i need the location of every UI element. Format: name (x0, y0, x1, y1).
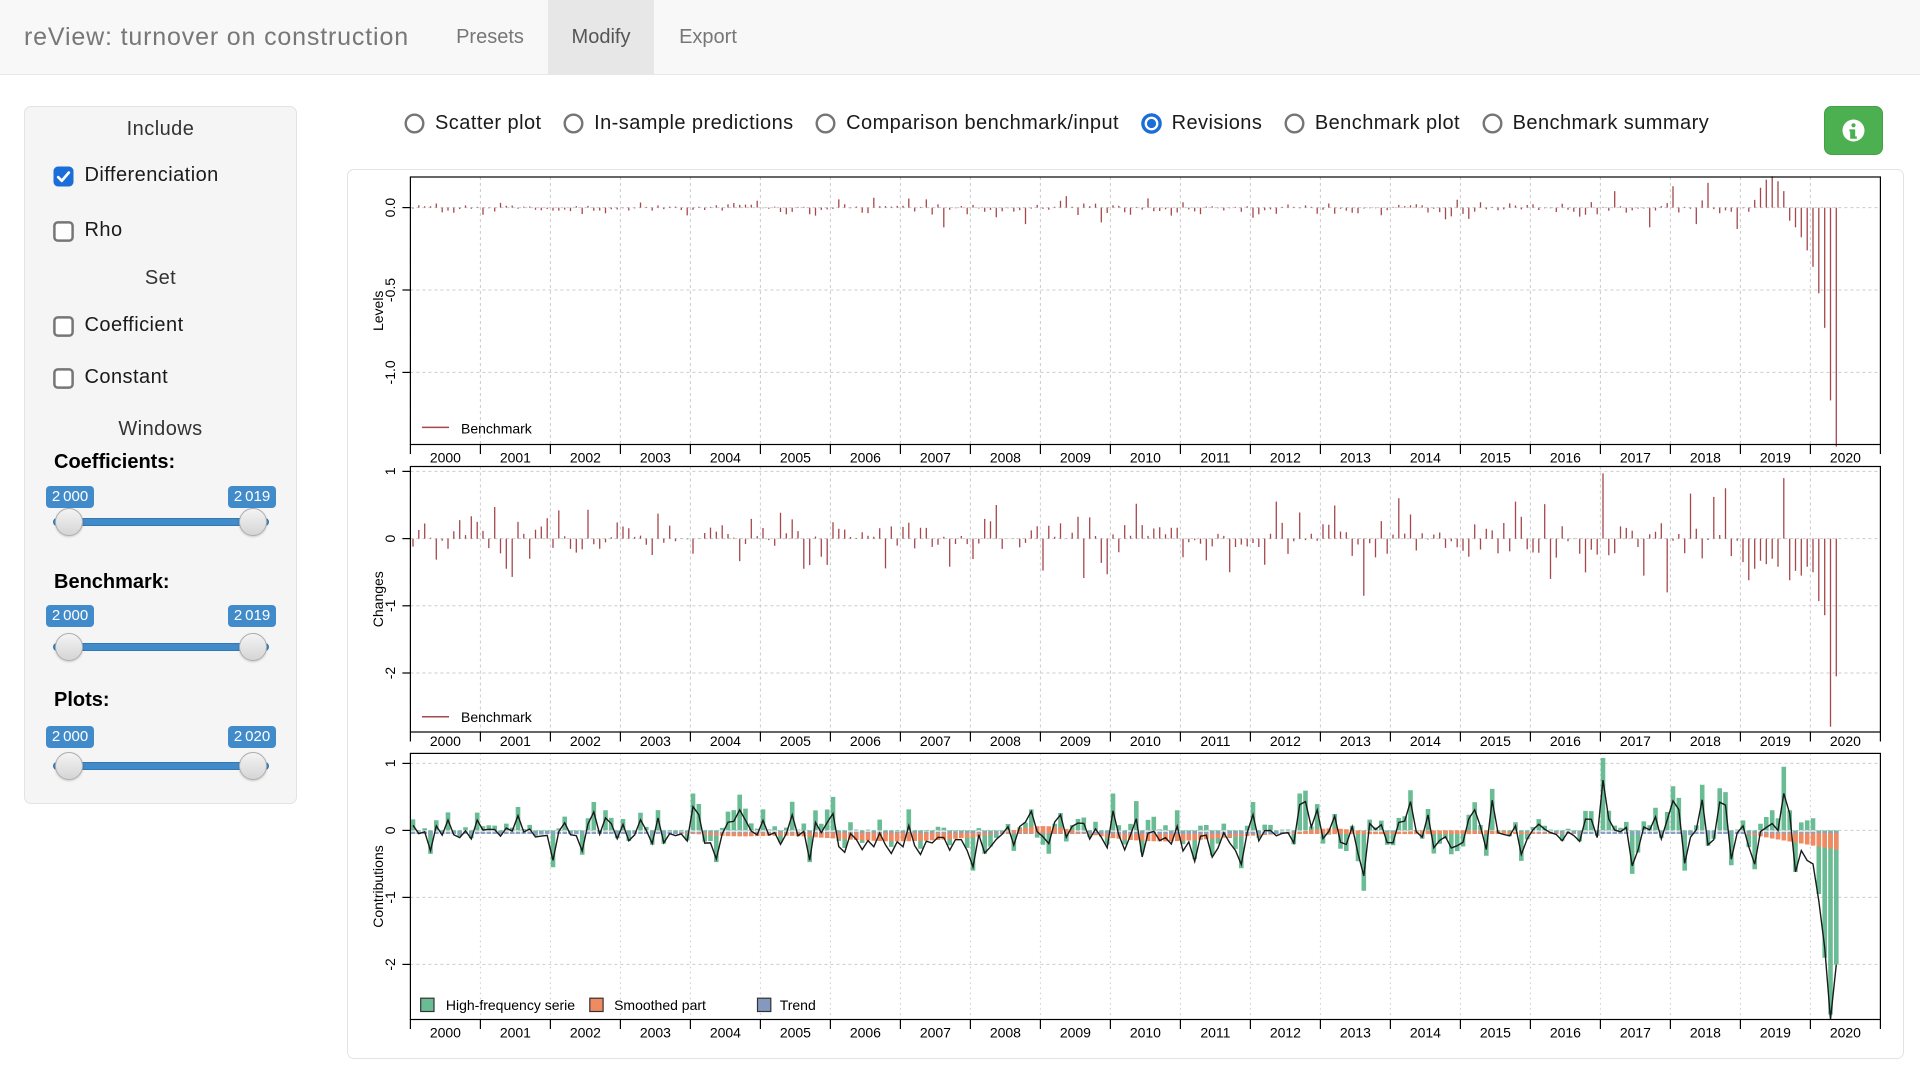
svg-text:2017: 2017 (1620, 1025, 1651, 1041)
svg-text:Contributions: Contributions (370, 845, 386, 928)
svg-text:High-frequency serie: High-frequency serie (446, 997, 575, 1013)
svg-text:2005: 2005 (780, 1025, 811, 1041)
svg-text:2020: 2020 (1830, 449, 1861, 465)
svg-text:Trend: Trend (780, 997, 816, 1013)
svg-text:2018: 2018 (1690, 733, 1721, 749)
svg-text:Levels: Levels (370, 291, 386, 331)
svg-text:2010: 2010 (1130, 449, 1161, 465)
svg-text:2013: 2013 (1340, 733, 1371, 749)
svg-text:2019: 2019 (1760, 1025, 1791, 1041)
svg-text:2005: 2005 (780, 449, 811, 465)
svg-text:2003: 2003 (640, 1025, 671, 1041)
svg-text:2018: 2018 (1690, 1025, 1721, 1041)
svg-text:2001: 2001 (500, 1025, 531, 1041)
svg-text:2004: 2004 (710, 733, 741, 749)
svg-text:2002: 2002 (570, 1025, 601, 1041)
svg-text:2009: 2009 (1060, 733, 1091, 749)
svg-text:2011: 2011 (1200, 1025, 1230, 1041)
svg-text:2013: 2013 (1340, 1025, 1371, 1041)
svg-text:Changes: Changes (370, 571, 386, 627)
svg-text:2016: 2016 (1550, 733, 1581, 749)
svg-text:2009: 2009 (1060, 449, 1091, 465)
svg-text:2019: 2019 (1760, 733, 1791, 749)
svg-text:2020: 2020 (1830, 733, 1861, 749)
svg-text:Smoothed part: Smoothed part (614, 997, 706, 1013)
svg-text:2008: 2008 (990, 1025, 1021, 1041)
svg-text:0.0: 0.0 (382, 198, 398, 218)
svg-text:Benchmark: Benchmark (461, 709, 533, 725)
svg-text:2004: 2004 (710, 1025, 741, 1041)
svg-text:-2: -2 (382, 667, 398, 680)
svg-text:-2: -2 (382, 958, 398, 971)
svg-text:2007: 2007 (920, 1025, 951, 1041)
svg-text:2015: 2015 (1480, 733, 1511, 749)
svg-text:-1.0: -1.0 (382, 360, 398, 384)
svg-text:2015: 2015 (1480, 449, 1511, 465)
svg-text:2015: 2015 (1480, 1025, 1511, 1041)
svg-text:2006: 2006 (850, 1025, 881, 1041)
svg-text:2016: 2016 (1550, 449, 1581, 465)
svg-text:0: 0 (382, 534, 398, 542)
svg-text:2011: 2011 (1200, 449, 1230, 465)
svg-text:2000: 2000 (430, 733, 461, 749)
svg-text:2007: 2007 (920, 449, 951, 465)
svg-text:2017: 2017 (1620, 449, 1651, 465)
svg-text:2007: 2007 (920, 733, 951, 749)
svg-text:0: 0 (382, 826, 398, 834)
svg-text:1: 1 (382, 759, 398, 767)
svg-text:2010: 2010 (1130, 1025, 1161, 1041)
svg-text:2012: 2012 (1270, 1025, 1301, 1041)
svg-text:2002: 2002 (570, 449, 601, 465)
svg-text:2014: 2014 (1410, 733, 1441, 749)
svg-text:2008: 2008 (990, 449, 1021, 465)
svg-text:2017: 2017 (1620, 733, 1651, 749)
svg-text:2006: 2006 (850, 733, 881, 749)
svg-text:2002: 2002 (570, 733, 601, 749)
svg-text:2009: 2009 (1060, 1025, 1091, 1041)
svg-text:2013: 2013 (1340, 449, 1371, 465)
svg-text:2020: 2020 (1830, 1025, 1861, 1041)
svg-text:2019: 2019 (1760, 449, 1791, 465)
svg-text:2001: 2001 (500, 733, 531, 749)
svg-text:2012: 2012 (1270, 733, 1301, 749)
svg-text:2012: 2012 (1270, 449, 1301, 465)
svg-text:2001: 2001 (500, 449, 531, 465)
svg-text:2003: 2003 (640, 733, 671, 749)
svg-text:2004: 2004 (710, 449, 741, 465)
svg-text:2018: 2018 (1690, 449, 1721, 465)
svg-text:Benchmark: Benchmark (461, 420, 533, 436)
svg-text:2010: 2010 (1130, 733, 1161, 749)
svg-text:2003: 2003 (640, 449, 671, 465)
svg-text:2016: 2016 (1550, 1025, 1581, 1041)
svg-text:2000: 2000 (430, 449, 461, 465)
svg-text:2014: 2014 (1410, 1025, 1441, 1041)
svg-text:2005: 2005 (780, 733, 811, 749)
svg-text:2006: 2006 (850, 449, 881, 465)
svg-text:2000: 2000 (430, 1025, 461, 1041)
svg-text:2008: 2008 (990, 733, 1021, 749)
svg-text:2011: 2011 (1200, 733, 1230, 749)
svg-text:2014: 2014 (1410, 449, 1441, 465)
svg-text:1: 1 (382, 467, 398, 475)
